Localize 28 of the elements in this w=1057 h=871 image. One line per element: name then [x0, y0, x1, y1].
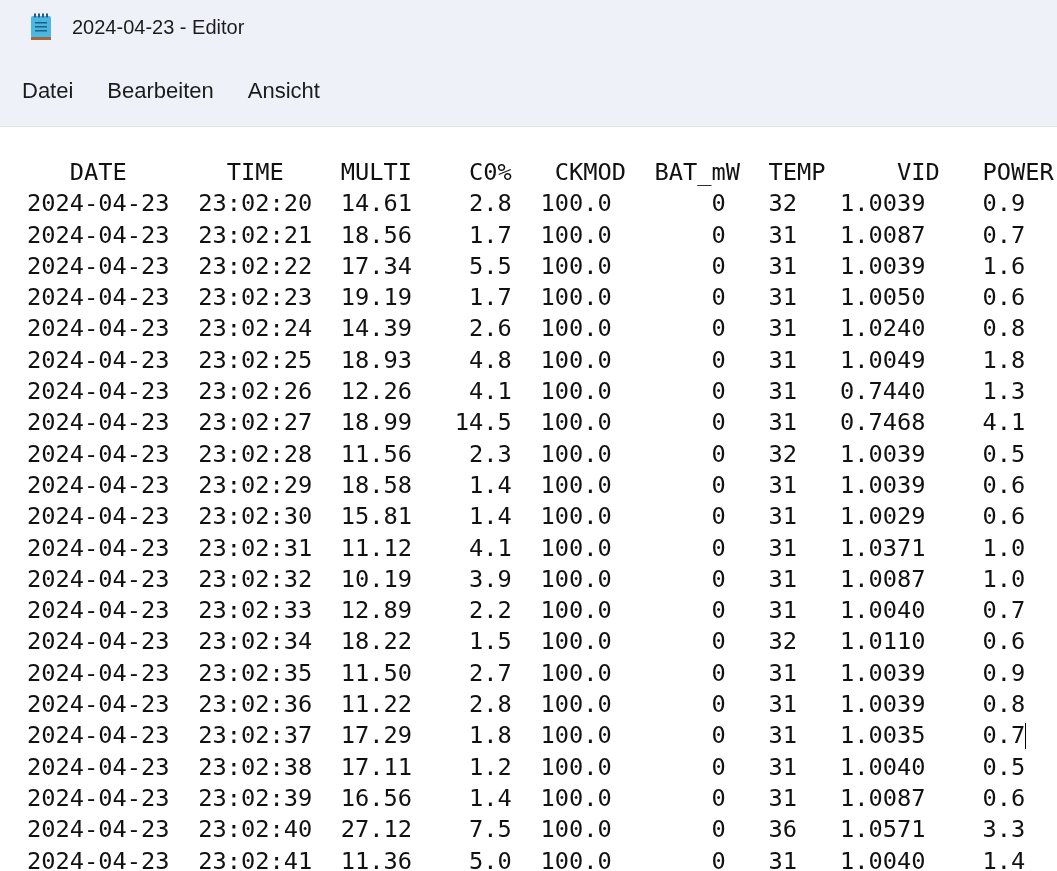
text-line: 2024-04-23 23:02:20 14.61 2.8 100.0 0 32 1.0039 0.9	[27, 188, 1026, 220]
menu-item[interactable]: Bearbeiten	[95, 67, 226, 113]
text-line: 2024-04-23 23:02:31 11.12 4.1 100.0 0 31 1.0371 1.0	[27, 532, 1026, 564]
text-line: 2024-04-23 23:02:30 15.81 1.4 100.0 0 31 1.0029 0.6	[27, 501, 1026, 533]
text-line: DATE TIME MULTI C0% CKMOD BAT_mW TEMP VID POWER	[68, 157, 1054, 188]
text-line: 2024-04-23 23:02:38 17.11 1.2 100.0 0 31 1.0040 0.5	[27, 751, 1026, 783]
window-title: 2024-04-23 - Editor	[72, 15, 245, 40]
text-line: 2024-04-23 23:02:27 18.99 14.5 100.0 0 31 0.7468 4.1	[27, 407, 1026, 439]
text-line: 2024-04-23 23:02:36 11.22 2.8 100.0 0 31 1.0039 0.8	[27, 689, 1026, 721]
text-line: 2024-04-23 23:02:35 11.50 2.7 100.0 0 31 1.0039 0.9	[27, 657, 1026, 689]
text-line: 2024-04-23 23:02:40 27.12 7.5 100.0 0 36 1.0571 3.3	[27, 814, 1026, 846]
text-line: 2024-04-23 23:02:25 18.93 4.8 100.0 0 31 1.0049 1.8	[27, 344, 1026, 376]
text-line: 2024-04-23 23:02:24 14.39 2.6 100.0 0 31 1.0240 0.8	[27, 313, 1026, 345]
text-line: 2024-04-23 23:02:37 17.29 1.8 100.0 0 31 1.0035 0.7	[27, 720, 1026, 752]
text-line: 2024-04-23 23:02:22 17.34 5.5 100.0 0 31 1.0039 1.6	[27, 250, 1026, 282]
menu-item[interactable]: Datei	[10, 67, 86, 113]
text-line: 2024-04-23 23:02:28 11.56 2.3 100.0 0 32 1.0039 0.5	[27, 438, 1026, 470]
menu-item[interactable]: Ansicht	[235, 67, 332, 113]
text-line: 2024-04-23 23:02:34 18.22 1.5 100.0 0 32 1.0110 0.6	[27, 626, 1026, 658]
text-line: 2024-04-23 23:02:23 19.19 1.7 100.0 0 31 1.0050 0.6	[27, 282, 1026, 314]
text-line: 2024-04-23 23:02:39 16.56 1.4 100.0 0 31 1.0087 0.6	[27, 782, 1026, 814]
text-line: 2024-04-23 23:02:29 18.58 1.4 100.0 0 31 1.0039 0.6	[27, 469, 1026, 501]
text-line: 2024-04-23 23:02:21 18.56 1.7 100.0 0 31 1.0087 0.7	[27, 219, 1026, 251]
text-line: 2024-04-23 23:02:33 12.89 2.2 100.0 0 31 1.0040 0.7	[27, 595, 1026, 627]
text-line: 2024-04-23 23:02:26 12.26 4.1 100.0 0 31 0.7440 1.3	[27, 376, 1026, 408]
text-line: 2024-04-23 23:02:41 11.36 5.0 100.0 0 31 1.0040 1.4	[27, 845, 1026, 871]
text-line: 2024-04-23 23:02:32 10.19 3.9 100.0 0 31 1.0087 1.0	[27, 563, 1026, 595]
notepad-icon	[30, 13, 52, 41]
